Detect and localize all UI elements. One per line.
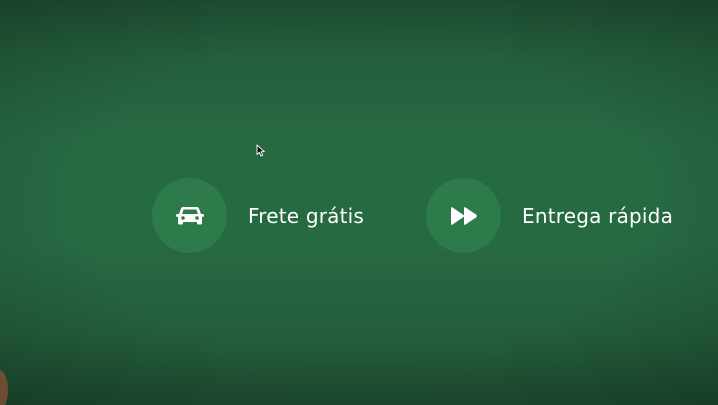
car-icon — [175, 206, 204, 224]
fast-forward-icon-badge — [426, 178, 501, 253]
feature-free-shipping: Frete grátis — [152, 178, 364, 253]
feature-label-free-shipping: Frete grátis — [248, 203, 365, 228]
partial-avatar-edge — [0, 370, 8, 405]
fast-forward-icon — [450, 206, 477, 225]
car-icon-badge — [152, 178, 227, 253]
feature-fast-delivery: Entrega rápida — [426, 178, 673, 253]
mouse-pointer-icon — [256, 144, 265, 157]
feature-label-fast-delivery: Entrega rápida — [522, 203, 674, 228]
